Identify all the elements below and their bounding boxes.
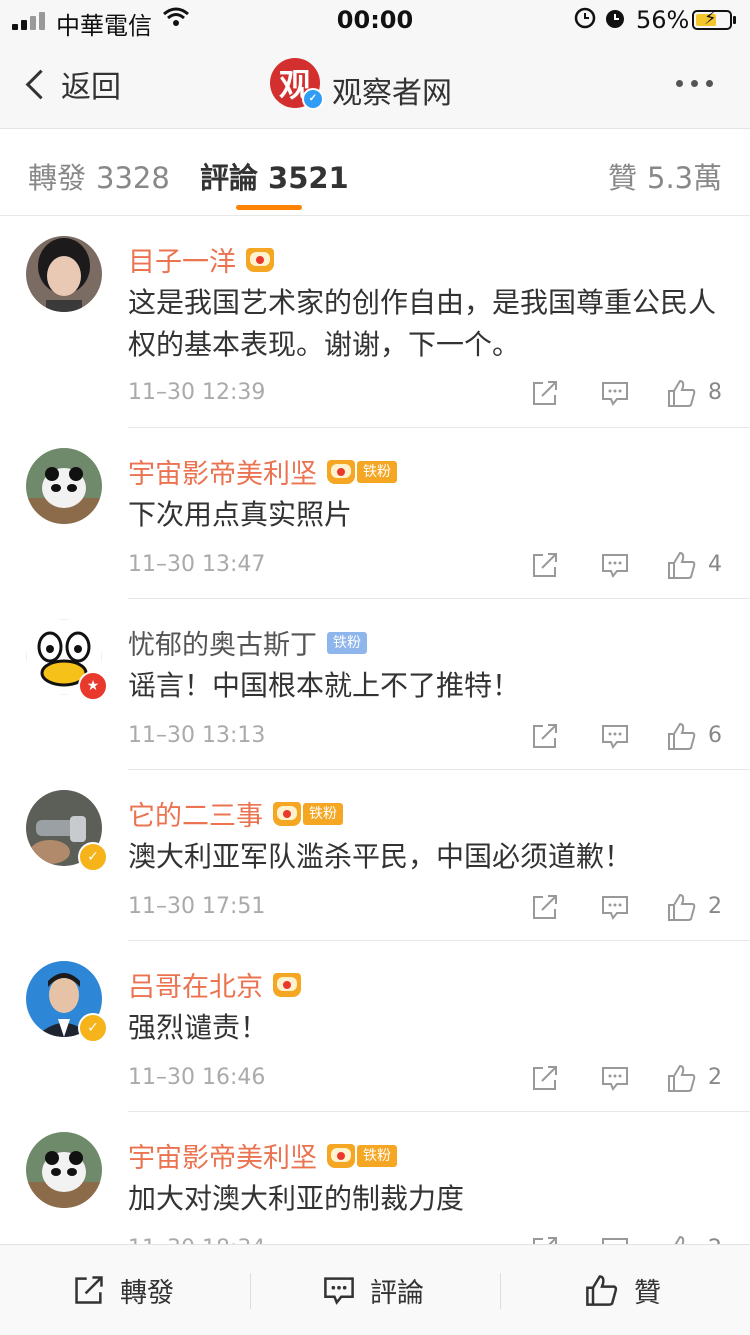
- back-label: 返回: [61, 70, 121, 105]
- star-badge-icon: ★: [78, 671, 108, 701]
- fan-badge: 铁粉: [303, 802, 343, 825]
- active-tab-indicator: [236, 205, 302, 210]
- share-icon[interactable]: [530, 892, 560, 922]
- like-count: 4: [708, 552, 722, 577]
- comment-actions: 2: [530, 1063, 730, 1097]
- divider: [250, 1273, 251, 1309]
- bottom-action-bar: 轉發 評論 贊: [0, 1244, 750, 1335]
- comment-actions: 6: [530, 721, 730, 755]
- comment-username[interactable]: 宇宙影帝美利坚 铁粉: [128, 452, 397, 491]
- tab-like-label: 贊: [608, 161, 638, 195]
- avatar[interactable]: [26, 1132, 102, 1208]
- thumbs-up-icon[interactable]: [666, 1063, 698, 1093]
- tab-repost-count: 3328: [96, 161, 170, 195]
- comment-time: 11–30 16:46: [128, 1065, 266, 1090]
- like-count: 2: [708, 1065, 722, 1090]
- nav-bar: 返回 观 ✓ 观察者网: [0, 40, 750, 129]
- comment-text: 谣言！中国根本就上不了推特！: [128, 669, 521, 702]
- comment-icon[interactable]: [600, 378, 630, 408]
- like-count: 6: [708, 723, 722, 748]
- battery-icon: ⚡: [692, 8, 732, 30]
- comment-icon[interactable]: [600, 1063, 630, 1093]
- comment-item: ★ 忧郁的奥古斯丁 铁粉 谣言！中国根本就上不了推特！ 11–30 13:13 …: [0, 599, 750, 770]
- tab-like-count: 5.3萬: [647, 161, 723, 195]
- tab-comment-label: 評論: [200, 161, 259, 195]
- thumbs-up-icon[interactable]: [666, 378, 698, 408]
- comment-button[interactable]: 評論: [322, 1245, 424, 1335]
- comment-actions: 4: [530, 550, 730, 584]
- back-button[interactable]: 返回: [22, 62, 121, 106]
- more-icon[interactable]: [676, 80, 713, 87]
- comment-text: 澳大利亚军队滥杀平民，中国必须道歉！: [128, 840, 633, 873]
- vip-crown-icon: [273, 972, 301, 997]
- like-count: 2: [708, 894, 722, 919]
- comment-time: 11–30 13:13: [128, 723, 266, 748]
- comment-username[interactable]: 它的二三事 铁粉: [128, 794, 343, 833]
- vip-crown-icon: [327, 459, 355, 484]
- comment-time: 11–30 13:47: [128, 552, 266, 577]
- like-count: 8: [708, 380, 722, 405]
- comment-icon[interactable]: [600, 550, 630, 580]
- comment-text: 这是我国艺术家的创作自由，是我国尊重公民人权的基本表现。谢谢，下一个。: [128, 286, 717, 361]
- tab-comment-count: 3521: [268, 161, 349, 195]
- comment-text: 加大对澳大利亚的制裁力度: [128, 1182, 465, 1215]
- repost-label: 轉發: [120, 1277, 174, 1309]
- comment-item: ✓ 它的二三事 铁粉 澳大利亚军队滥杀平民，中国必须道歉！ 11–30 17:5…: [0, 770, 750, 941]
- page-title[interactable]: 观察者网: [332, 68, 452, 112]
- battery-tip: [733, 16, 736, 24]
- fan-badge: 铁粉: [357, 460, 397, 483]
- avatar[interactable]: [26, 448, 102, 524]
- avatar[interactable]: [26, 236, 102, 312]
- status-bar: 中華電信 00:00 56% ⚡: [0, 0, 750, 40]
- comment-icon[interactable]: [600, 721, 630, 751]
- share-icon[interactable]: [530, 378, 560, 408]
- comment-text: 下次用点真实照片: [128, 498, 353, 531]
- comment-time: 11–30 12:39: [128, 380, 266, 405]
- comment-actions: 2: [530, 892, 730, 926]
- fan-badge: 铁粉: [327, 631, 367, 654]
- comment-text: 强烈谴责！: [128, 1011, 269, 1044]
- vip-crown-icon: [327, 1143, 355, 1168]
- thumbs-up-icon[interactable]: [666, 892, 698, 922]
- thumbs-up-icon[interactable]: [666, 550, 698, 580]
- chevron-left-icon: [25, 69, 56, 99]
- comment-list: 目子一洋 这是我国艺术家的创作自由，是我国尊重公民人权的基本表现。谢谢，下一个。…: [0, 216, 750, 1283]
- verified-icon: ✓: [302, 88, 324, 110]
- comment-label: 評論: [370, 1277, 424, 1309]
- verified-badge-icon: ✓: [78, 1013, 108, 1043]
- divider: [500, 1273, 501, 1309]
- share-icon[interactable]: [530, 721, 560, 751]
- comment-icon: [324, 1277, 354, 1305]
- like-button[interactable]: 贊: [584, 1245, 661, 1335]
- tab-repost[interactable]: 轉發 3328: [28, 155, 170, 197]
- comment-item: 宇宙影帝美利坚 铁粉 下次用点真实照片 11–30 13:47 4: [0, 428, 750, 599]
- comment-username[interactable]: 目子一洋: [128, 240, 274, 279]
- tab-bar: 轉發 3328 評論 3521 贊 5.3萬: [0, 129, 750, 216]
- repost-button[interactable]: 轉發: [72, 1245, 174, 1335]
- comment-item: ✓ 吕哥在北京 强烈谴责！ 11–30 16:46 2: [0, 941, 750, 1112]
- vip-crown-icon: [246, 247, 274, 272]
- verified-badge-icon: ✓: [78, 842, 108, 872]
- thumbs-up-icon[interactable]: [666, 721, 698, 751]
- share-icon[interactable]: [530, 550, 560, 580]
- comment-username[interactable]: 忧郁的奥古斯丁 铁粉: [128, 623, 367, 662]
- share-icon: [75, 1276, 103, 1304]
- tab-comment[interactable]: 評論 3521: [200, 155, 349, 197]
- comment-username[interactable]: 吕哥在北京: [128, 965, 301, 1004]
- comment-actions: 8: [530, 378, 730, 412]
- account-avatar[interactable]: 观 ✓: [270, 58, 324, 110]
- share-icon[interactable]: [530, 1063, 560, 1093]
- tab-repost-label: 轉發: [28, 161, 87, 195]
- alarm-icon: [574, 6, 628, 36]
- comment-icon[interactable]: [600, 892, 630, 922]
- battery-percent: 56%: [636, 6, 690, 34]
- thumbs-up-icon: [586, 1275, 618, 1306]
- tab-like[interactable]: 贊 5.3萬: [608, 155, 722, 197]
- fan-badge: 铁粉: [357, 1144, 397, 1167]
- like-label: 贊: [634, 1277, 661, 1309]
- comment-item: 目子一洋 这是我国艺术家的创作自由，是我国尊重公民人权的基本表现。谢谢，下一个。…: [0, 216, 750, 428]
- vip-crown-icon: [273, 801, 301, 826]
- comment-time: 11–30 17:51: [128, 894, 266, 919]
- comment-username[interactable]: 宇宙影帝美利坚 铁粉: [128, 1136, 397, 1175]
